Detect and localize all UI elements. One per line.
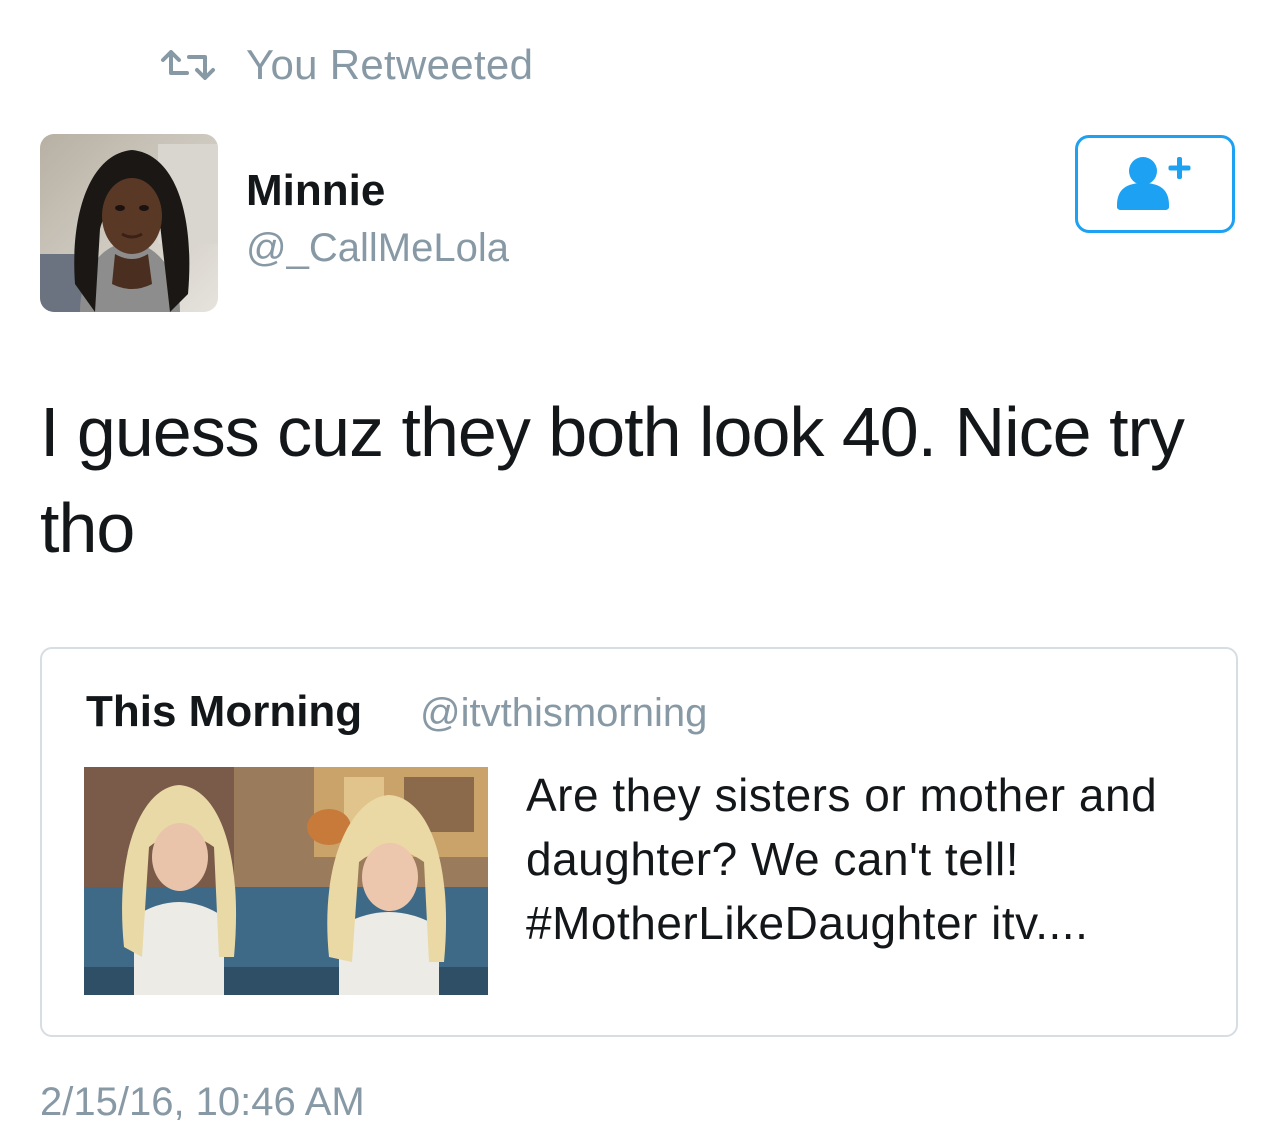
retweet-banner: You Retweeted: [160, 40, 533, 90]
quoted-tweet-text: Are they sisters or mother and daughter?…: [526, 769, 1158, 949]
retweet-label: You Retweeted: [246, 41, 534, 88]
add-user-icon: [1117, 153, 1193, 216]
quoted-media-image[interactable]: [84, 767, 488, 995]
quoted-display-name: This Morning: [86, 687, 363, 736]
quoted-tweet-card[interactable]: This Morning @itvthismorning Are they si…: [40, 647, 1238, 1037]
tweet-text: I guess cuz they both look 40. Nice try …: [40, 393, 1185, 567]
quoted-handle: @itvthismorning: [420, 691, 708, 735]
follow-button[interactable]: [1075, 135, 1235, 233]
avatar[interactable]: [40, 134, 218, 312]
author-display-name[interactable]: Minnie: [246, 166, 385, 216]
retweet-icon: [160, 50, 216, 80]
tweet-timestamp[interactable]: 2/15/16, 10:46 AM: [40, 1080, 365, 1125]
author-handle[interactable]: @_CallMeLola: [246, 226, 509, 271]
